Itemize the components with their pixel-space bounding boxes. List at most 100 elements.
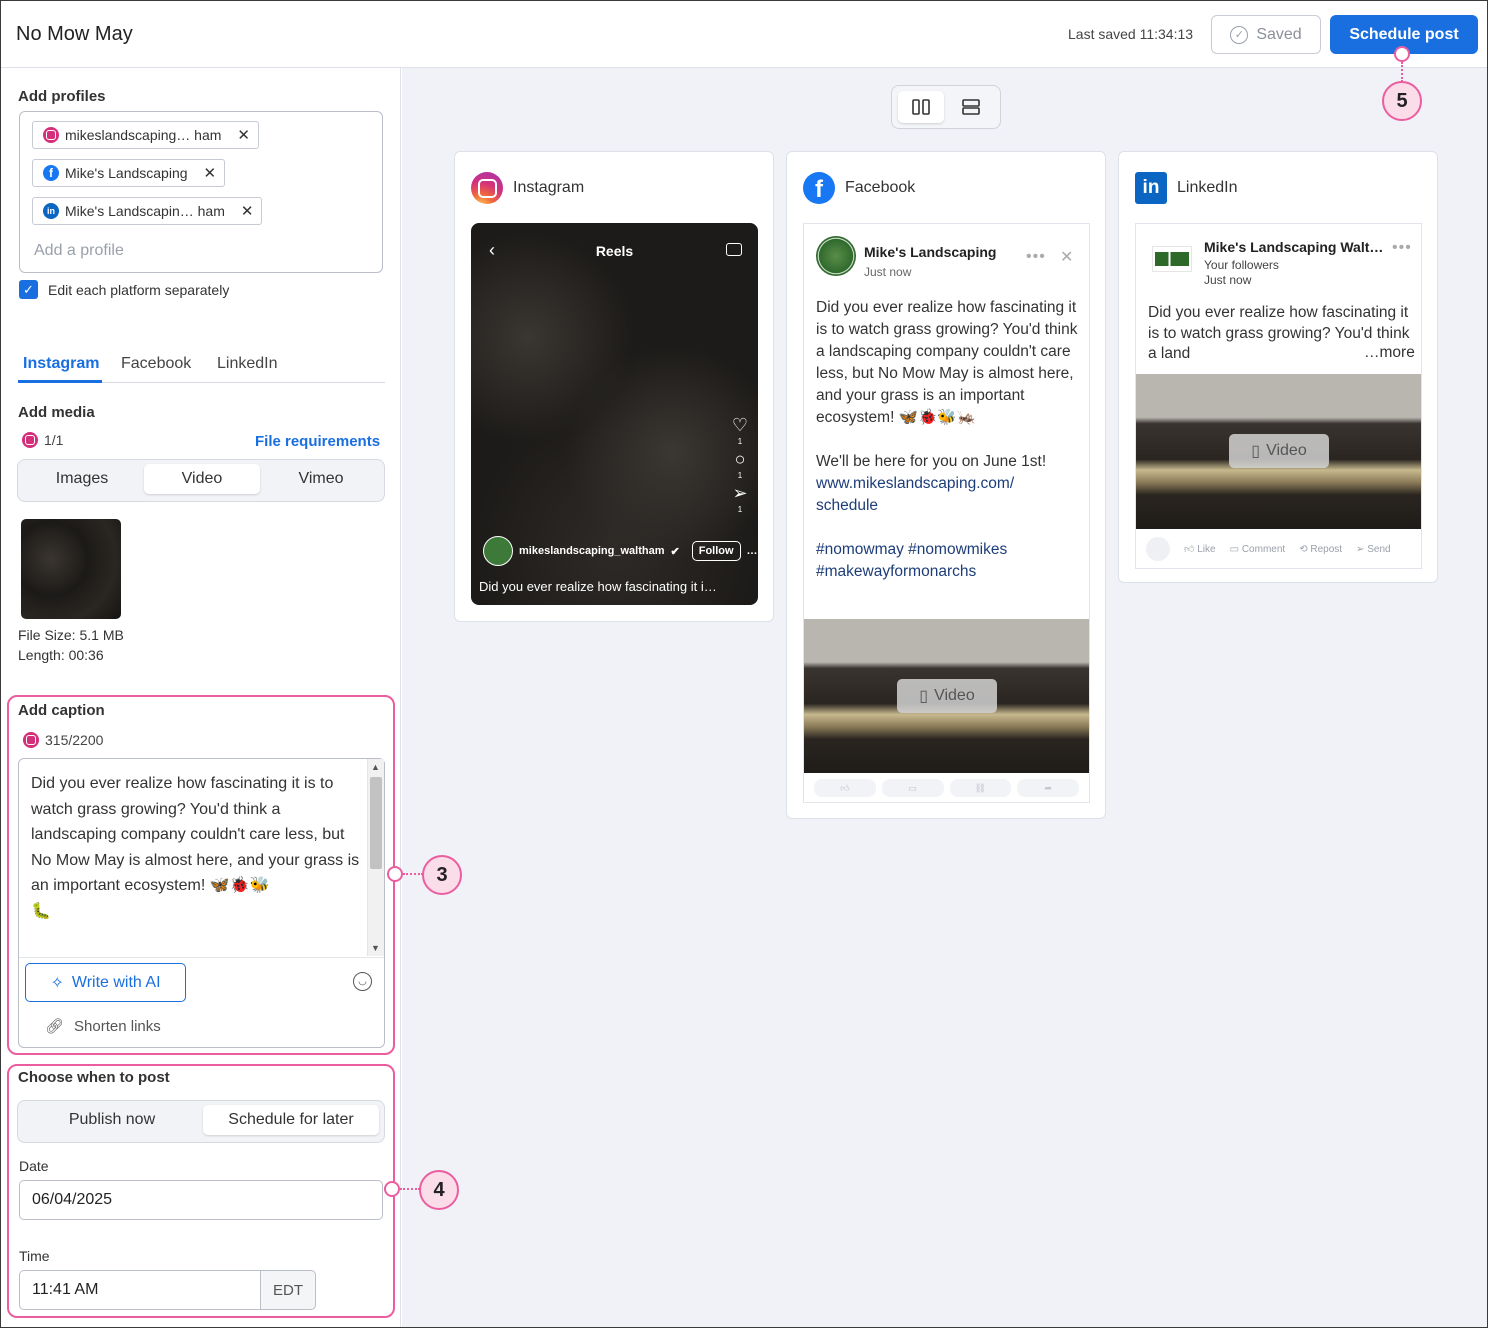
add-profile-input[interactable]: Add a profile xyxy=(34,242,124,260)
columns-icon xyxy=(912,99,930,115)
video-file-icon: ▯ xyxy=(919,688,929,705)
linkedin-icon: in xyxy=(43,203,59,219)
more-icon: ••• xyxy=(1026,248,1046,265)
fb-hashtags: #nomowmay #nomowmikes #makewayformonarch… xyxy=(816,541,1008,580)
publish-now-option[interactable]: Publish now xyxy=(23,1105,201,1135)
callout-anchor xyxy=(1394,46,1410,62)
tab-instagram[interactable]: Instagram xyxy=(23,355,99,373)
tab-facebook[interactable]: Facebook xyxy=(121,355,191,373)
facebook-icon: f xyxy=(43,165,59,181)
saved-button[interactable]: ✓ Saved xyxy=(1211,15,1321,54)
divider xyxy=(19,957,384,958)
li-send: ➢ Send xyxy=(1356,543,1391,555)
file-requirements-link[interactable]: File requirements xyxy=(255,433,380,450)
caption-scrollbar[interactable]: ▲ ▼ xyxy=(367,759,384,956)
page-title: No Mow May xyxy=(16,23,133,45)
vimeo-option[interactable]: Vimeo xyxy=(263,464,379,494)
write-with-ai-button[interactable]: ✧ Write with AI xyxy=(25,963,186,1002)
header: No Mow May Last saved 11:34:13 ✓ Saved S… xyxy=(1,1,1487,68)
reel-caption: Did you ever realize how fascinating it … xyxy=(479,579,719,594)
add-caption-label: Add caption xyxy=(18,702,105,719)
facebook-icon: f xyxy=(803,172,835,204)
profile-chip-facebook[interactable]: f Mike's Landscaping ✕ xyxy=(32,159,226,187)
remove-icon[interactable]: ✕ xyxy=(204,164,217,182)
shorten-links-button[interactable]: 🔗︎ Shorten links xyxy=(45,1017,161,1036)
like-count: 1 xyxy=(737,437,743,446)
reel-actions: ♡ 1 ○ 1 ➢ 1 xyxy=(730,413,750,515)
facebook-card-header: f Facebook xyxy=(803,172,915,204)
facebook-post: Mike's Landscaping Just now ••• ✕ Did yo… xyxy=(803,223,1090,803)
callout-anchor xyxy=(384,1181,400,1197)
fb-post-time: Just now xyxy=(864,265,912,279)
file-info: File Size: 5.1 MB Length: 00:36 xyxy=(18,625,124,665)
profiles-box[interactable]: mikeslandscaping… ham ✕ f Mike's Landsca… xyxy=(19,111,383,273)
instagram-icon xyxy=(43,127,59,143)
images-option[interactable]: Images xyxy=(23,464,141,494)
choose-when-label: Choose when to post xyxy=(18,1069,170,1086)
preview-area: Instagram ‹ Reels ♡ 1 ○ 1 ➢ 1 mikeslands… xyxy=(402,68,1487,1327)
file-length: Length: 00:36 xyxy=(18,647,104,663)
checkbox-checked-icon[interactable]: ✓ xyxy=(19,280,38,299)
li-repost: ⟲ Repost xyxy=(1299,543,1343,555)
remove-icon[interactable]: ✕ xyxy=(241,202,254,220)
video-badge: ▯ Video xyxy=(1229,434,1329,468)
comment-icon: ○ xyxy=(734,449,746,469)
profile-chip-instagram[interactable]: mikeslandscaping… ham ✕ xyxy=(32,121,259,149)
platform-tabs: Instagram Facebook LinkedIn xyxy=(18,351,385,383)
saved-label: Saved xyxy=(1256,25,1302,43)
link-icon: ⛓︎ xyxy=(949,779,1012,797)
scroll-thumb[interactable] xyxy=(370,777,382,869)
schedule-later-option[interactable]: Schedule for later xyxy=(203,1105,379,1135)
company-logo xyxy=(1152,246,1192,272)
fb-text-line: We'll be here for you on June 1st! xyxy=(816,453,1047,470)
callout-line xyxy=(1401,62,1403,82)
linkedin-card-title: LinkedIn xyxy=(1177,179,1238,196)
time-label: Time xyxy=(19,1248,50,1264)
sparkle-icon: ✧ xyxy=(50,974,64,992)
reels-title: Reels xyxy=(595,243,634,259)
li-like-label: Like xyxy=(1197,544,1216,555)
video-option[interactable]: Video xyxy=(144,464,260,494)
reel-user: mikeslandscaping_waltham ✔ Follow … xyxy=(483,536,758,566)
tab-linkedin[interactable]: LinkedIn xyxy=(217,355,278,373)
last-saved-text: Last saved 11:34:13 xyxy=(1068,26,1194,42)
remove-icon[interactable]: ✕ xyxy=(237,126,250,144)
linkedin-card-header: in LinkedIn xyxy=(1135,172,1238,204)
active-tab-indicator xyxy=(18,380,102,383)
scroll-up-icon[interactable]: ▲ xyxy=(371,762,380,772)
li-like: 👍︎ Like xyxy=(1184,544,1216,555)
fb-actions: 👍︎ ▭ ⛓︎ ➦ xyxy=(814,779,1079,797)
time-field[interactable]: 11:41 AM xyxy=(19,1270,262,1310)
date-field[interactable]: 06/04/2025 xyxy=(19,1180,383,1220)
columns-view-button[interactable] xyxy=(898,91,944,123)
scroll-down-icon[interactable]: ▼ xyxy=(371,943,380,953)
timezone-label: EDT xyxy=(260,1270,316,1310)
write-with-ai-label: Write with AI xyxy=(71,973,161,991)
emoji-icon[interactable]: ◡ xyxy=(353,972,372,991)
facebook-preview-card: f Facebook Mike's Landscaping Just now •… xyxy=(786,151,1106,819)
video-badge: ▯ Video xyxy=(897,679,997,713)
media-type-switch: Images Video Vimeo xyxy=(17,459,385,502)
rows-icon xyxy=(962,99,980,115)
callout-line xyxy=(400,1188,420,1190)
comment-icon: ▭ xyxy=(881,779,944,797)
video-label: Video xyxy=(934,687,975,704)
edit-separately-checkbox[interactable]: ✓ Edit each platform separately xyxy=(19,280,229,299)
caption-count: 315/2200 xyxy=(23,732,103,748)
avatar xyxy=(816,236,856,276)
more-icon: ••• xyxy=(1392,239,1412,256)
caption-textarea[interactable]: Did you ever realize how fascinating it … xyxy=(31,771,361,924)
profile-chip-linkedin[interactable]: in Mike's Landscapin… ham ✕ xyxy=(32,197,263,225)
comment-count: 1 xyxy=(737,471,743,480)
caption-editor[interactable]: Did you ever realize how fascinating it … xyxy=(18,758,385,1048)
li-video: ▯ Video xyxy=(1136,374,1421,529)
editor-panel: Add profiles mikeslandscaping… ham ✕ f M… xyxy=(1,68,401,1327)
avatar xyxy=(1146,537,1170,561)
close-icon: ✕ xyxy=(1060,249,1074,266)
rows-view-button[interactable] xyxy=(948,91,994,123)
add-profiles-label: Add profiles xyxy=(18,88,106,105)
reel-preview: ‹ Reels ♡ 1 ○ 1 ➢ 1 mikeslandscaping_wal… xyxy=(471,223,758,605)
video-file-icon: ▯ xyxy=(1251,443,1261,460)
instagram-icon xyxy=(471,172,503,204)
video-thumbnail[interactable] xyxy=(21,519,121,619)
